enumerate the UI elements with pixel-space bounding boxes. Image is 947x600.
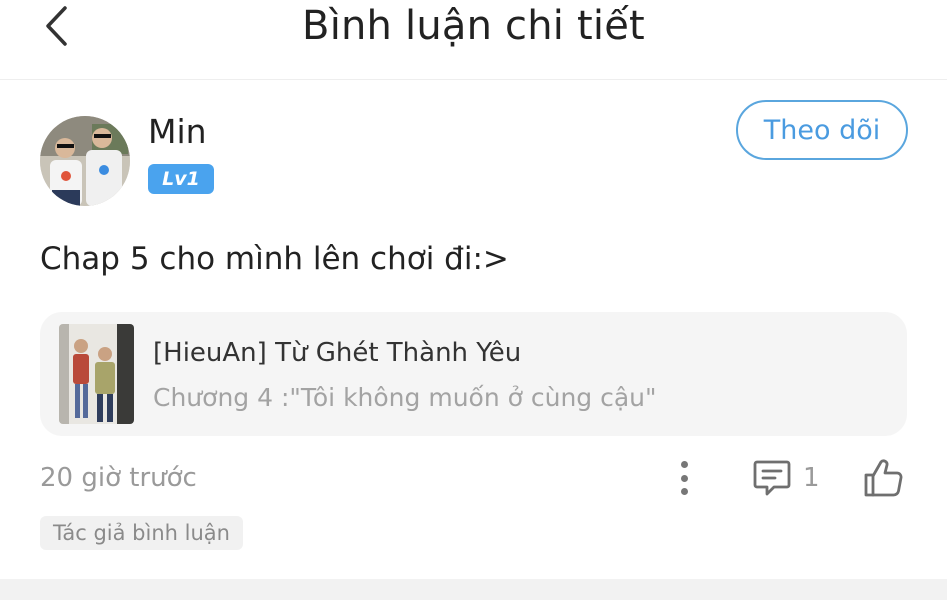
level-badge: Lv1 [148,164,214,194]
section-separator [0,579,947,600]
story-card[interactable]: [HieuAn] Từ Ghét Thành Yêu Chương 4 :"Tô… [40,312,907,436]
comment-time: 20 giờ trước [40,463,197,493]
reply-count: 1 [803,463,820,493]
comment-text: Chap 5 cho mình lên chơi đi:> [40,241,509,277]
comment-icon [753,460,791,496]
more-dot [680,474,688,482]
story-chapter: Chương 4 :"Tôi không muốn ở cùng cậu" [153,383,657,412]
more-dots-icon [680,461,688,468]
follow-button[interactable]: Theo dõi [736,100,908,160]
more-dot [680,488,688,495]
author-comment-tag: Tác giả bình luận [40,516,243,550]
page-title: Bình luận chi tiết [302,3,645,49]
avatar-image [40,116,130,206]
more-options-button[interactable] [672,458,696,498]
like-button[interactable] [862,457,904,499]
avatar[interactable] [40,116,130,206]
story-thumbnail [59,324,134,424]
top-bar: Bình luận chi tiết [0,0,947,80]
reply-button[interactable] [752,458,792,498]
username[interactable]: Min [148,112,207,151]
story-title: [HieuAn] Từ Ghét Thành Yêu [153,338,522,368]
thumbs-up-icon [864,459,903,497]
